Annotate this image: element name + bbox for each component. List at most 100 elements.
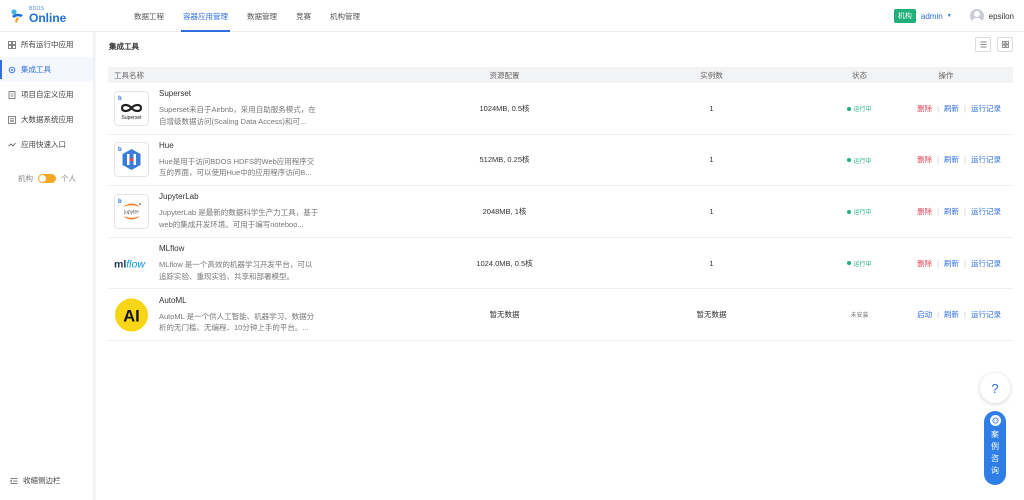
sidebar-item-custom-apps[interactable]: 项目自定义应用 xyxy=(0,82,93,107)
superset-logo: b Superset xyxy=(114,90,149,126)
collapse-icon xyxy=(10,477,18,485)
caret-down-icon[interactable]: ▼ xyxy=(947,13,952,19)
col-header-name: 工具名称 xyxy=(114,70,144,80)
top-header: BDOS Online 数据工程 容器应用管理 数据管理 竞赛 机构管理 机构 … xyxy=(0,0,1024,32)
user-avatar[interactable] xyxy=(969,9,984,23)
run-history-button[interactable]: 运行记录 xyxy=(971,155,1001,164)
org-badge: 机构 xyxy=(893,9,916,23)
status-badge: 运行中 xyxy=(847,104,871,113)
nav-org-management[interactable]: 机构管理 xyxy=(322,0,368,32)
tool-description: Hue是用于访问BDOS HDFS的Web应用程序交互的界面，可以使用Hue中的… xyxy=(159,156,315,178)
case-consult-button[interactable]: 案 例 咨 询 xyxy=(984,411,1006,485)
table-row: b jupyter JupyterLab JupyterLab 是最新的数据科学… xyxy=(108,186,1013,238)
chat-icon xyxy=(989,415,1001,426)
hue-logo-icon: b xyxy=(118,147,141,171)
instance-count: 1 xyxy=(709,103,714,113)
superset-logo-text: Superset xyxy=(121,115,142,121)
col-header-actions: 操作 xyxy=(938,70,954,80)
bdos-logo-icon xyxy=(11,8,23,23)
table-row: ml flow MLflow MLflow 是一个高效的机器学习开发平台，可以追… xyxy=(108,238,1013,290)
status-badge: 运行中 xyxy=(847,156,871,165)
table-row: b Superset Superset Superset来自于Airbnb，采用… xyxy=(108,83,1013,135)
tool-description: MLflow 是一个高效的机器学习开发平台，可以追踪实验、重现实验、共享和部署模… xyxy=(159,260,313,281)
delete-button[interactable]: 删除 xyxy=(917,104,932,113)
resource-config: 512MB, 0.25核 xyxy=(479,155,530,165)
mlflow-logo-flow: flow xyxy=(126,258,146,270)
refresh-button[interactable]: 刷新 xyxy=(944,155,959,164)
sidebar-item-quick-entry[interactable]: 应用快速入口 xyxy=(0,132,93,157)
svg-text:b: b xyxy=(118,147,122,153)
mlflow-logo: ml flow xyxy=(114,245,149,281)
tool-description: JupyterLab 是最新的数据科学生产力工具，基于web的集成开发环境。可用… xyxy=(159,208,319,229)
refresh-button[interactable]: 刷新 xyxy=(944,310,959,319)
resource-config: 1024.0MB, 0.5核 xyxy=(476,258,533,268)
list-view-button[interactable] xyxy=(975,37,991,52)
delete-button[interactable]: 删除 xyxy=(917,207,932,216)
run-history-button[interactable]: 运行记录 xyxy=(971,104,1001,113)
status-badge: 运行中 xyxy=(847,207,871,216)
jupyter-logo: b jupyter xyxy=(114,193,149,229)
run-history-button[interactable]: 运行记录 xyxy=(971,259,1001,268)
row-actions: 启动 | 刷新 | 运行记录 xyxy=(917,310,1001,320)
sidebar-item-running-apps[interactable]: 所有运行中应用 xyxy=(0,32,93,57)
grid-view-button[interactable] xyxy=(997,37,1013,52)
instance-count: 1 xyxy=(709,206,714,216)
refresh-button[interactable]: 刷新 xyxy=(944,104,959,113)
delete-button[interactable]: 删除 xyxy=(917,259,932,268)
tools-table: 工具名称 资源配置 实例数 状态 操作 b Superset Superset … xyxy=(108,67,1013,341)
app-logo[interactable]: BDOS Online xyxy=(0,0,96,32)
run-history-button[interactable]: 运行记录 xyxy=(971,310,1001,319)
col-header-instances: 实例数 xyxy=(700,70,723,80)
resource-config: 1024MB, 0.5核 xyxy=(479,103,530,113)
refresh-button[interactable]: 刷新 xyxy=(944,207,959,216)
refresh-button[interactable]: 刷新 xyxy=(944,259,959,268)
role-dropdown[interactable]: admin xyxy=(921,12,943,21)
row-actions: 删除 | 刷新 | 运行记录 xyxy=(917,206,1001,216)
sidebar-item-label: 应用快速入口 xyxy=(21,140,66,149)
main-content: 集成工具 工具名称 资源配置 实例数 状态 操作 b Superset Supe… xyxy=(96,32,1024,500)
consult-char: 询 xyxy=(991,466,999,475)
nav-data-management[interactable]: 数据管理 xyxy=(239,0,285,32)
mlflow-logo-icon: ml flow xyxy=(114,258,146,270)
grid-view-icon xyxy=(1001,41,1009,48)
row-actions: 删除 | 刷新 | 运行记录 xyxy=(917,155,1001,165)
table-header: 工具名称 资源配置 实例数 状态 操作 xyxy=(108,67,1013,83)
mlflow-logo-ml: ml xyxy=(114,258,126,270)
automl-logo: AI xyxy=(114,297,149,333)
nav-data-engineering[interactable]: 数据工程 xyxy=(126,0,172,32)
instance-count: 1 xyxy=(709,155,714,165)
start-button[interactable]: 启动 xyxy=(917,310,932,319)
list-icon xyxy=(8,115,16,124)
superset-logo-icon: b Superset xyxy=(118,96,142,121)
sidebar-item-bigdata-apps[interactable]: 大数据系统应用 xyxy=(0,107,93,132)
help-button[interactable]: ? xyxy=(980,373,1010,403)
automl-logo-icon: AI xyxy=(114,298,149,332)
row-actions: 删除 | 刷新 | 运行记录 xyxy=(917,258,1001,268)
run-history-button[interactable]: 运行记录 xyxy=(971,207,1001,216)
consult-char: 例 xyxy=(991,442,999,451)
nav-container-apps[interactable]: 容器应用管理 xyxy=(175,0,236,32)
tool-description: AutoML 是一个供人工智能、机器学习、数据分析的无门槛、无编程、10分钟上手… xyxy=(159,311,315,333)
resource-config: 2048MB, 1核 xyxy=(482,206,527,216)
username[interactable]: epsilon xyxy=(989,12,1014,21)
doc-icon xyxy=(8,90,16,99)
toggle-label-personal: 个人 xyxy=(61,174,76,183)
sidebar-item-label: 所有运行中应用 xyxy=(21,40,74,49)
scope-switch[interactable] xyxy=(38,174,56,183)
collapse-sidebar-button[interactable]: 收缩侧边栏 xyxy=(10,475,61,486)
sidebar-item-label: 项目自定义应用 xyxy=(21,90,74,99)
consult-char: 咨 xyxy=(991,454,999,463)
tool-name: AutoML xyxy=(159,295,187,305)
nav-competition[interactable]: 竞赛 xyxy=(288,0,319,32)
automl-logo-text: AI xyxy=(123,306,140,325)
tool-name: Superset xyxy=(159,89,192,99)
table-row: b Hue Hue是用于访问BDOS HDFS的Web应用程序交互的界面，可以使… xyxy=(108,135,1013,187)
quick-icon xyxy=(8,141,16,149)
scope-toggle-row: 机构 个人 xyxy=(18,173,76,184)
sidebar-item-integrated-tools[interactable]: 集成工具 xyxy=(0,57,93,82)
resource-config: 暂无数据 xyxy=(489,310,520,320)
delete-button[interactable]: 删除 xyxy=(917,155,932,164)
sidebar-item-label: 集成工具 xyxy=(21,65,51,74)
row-actions: 删除 | 刷新 | 运行记录 xyxy=(917,103,1001,113)
jupyter-logo-icon: b jupyter xyxy=(118,199,141,220)
